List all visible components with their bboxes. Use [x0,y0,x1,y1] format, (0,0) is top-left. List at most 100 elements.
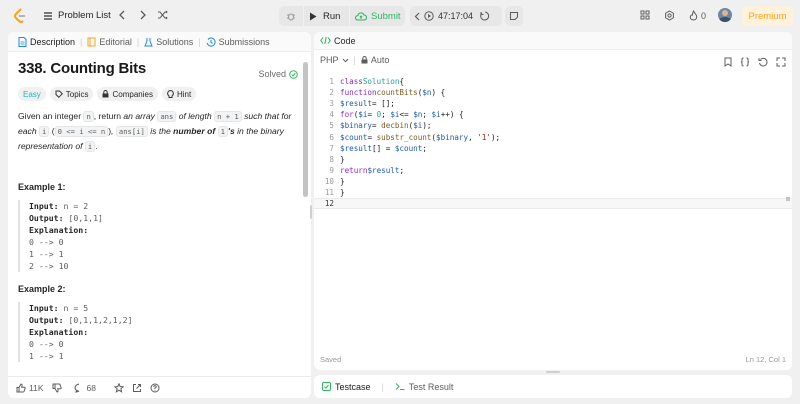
shuffle-icon[interactable] [157,10,168,20]
companies-label: Companies [112,89,153,99]
description-tabs: Description | Editorial | Solutions | Su… [8,32,311,52]
tab-description[interactable]: Description [14,36,79,47]
hint-tag[interactable]: Hint [161,87,197,101]
code-panel: Code PHP | Auto 1 class Solution { 2 func… [314,32,792,370]
chevron-left-icon[interactable] [414,12,420,21]
lightbulb-icon [167,89,174,99]
companies-tag[interactable]: Companies [97,87,158,101]
code-line: 2 function countBits($n) { [329,88,446,98]
settings-gear-icon[interactable] [664,10,675,21]
test-panel: Testcase | Test Result [314,375,792,398]
lock-icon [102,90,109,98]
like-button[interactable]: 11K [16,383,44,393]
code-line: 3 $result = []; [329,99,395,109]
code-tab-label[interactable]: Code [334,36,356,46]
streak-value: 0 [701,10,707,21]
solved-status: Solved [258,69,298,79]
code-editor[interactable]: 1 class Solution { 2 function countBits($… [314,76,792,210]
note-icon [509,11,519,21]
reset-icon[interactable] [480,11,490,21]
code-header: Code [314,32,792,50]
share-icon[interactable] [132,383,142,393]
submit-label: Submit [371,10,401,22]
cursor-position: Ln 12, Col 1 [745,355,786,364]
chevron-right-icon[interactable] [139,10,147,20]
tab-editorial-label: Editorial [99,36,132,47]
hint-label: Hint [176,89,192,99]
problem-description: 338. Counting Bits Solved Easy Topics Co… [18,60,298,362]
auto-mode-toggle[interactable]: Auto [361,55,389,65]
avatar[interactable] [718,8,732,22]
help-icon[interactable] [150,383,160,393]
problem-list-button[interactable]: Problem List [43,10,111,21]
notes-button[interactable] [505,6,523,26]
list-icon [43,11,53,21]
check-circle-icon [289,69,298,79]
premium-button[interactable]: Premium [742,6,793,26]
like-count: 11K [29,382,44,393]
tab-editorial[interactable]: Editorial [83,37,136,47]
problem-title: 338. Counting Bits [18,60,147,77]
star-icon[interactable] [113,382,124,393]
tab-testcase[interactable]: Testcase [322,382,371,392]
flask-icon [144,37,153,47]
code-line: 6 $count = substr_count($binary, '1'); [329,132,501,142]
editor-scrollbar[interactable] [786,197,790,201]
tab-submissions-label: Submissions [218,36,270,47]
checkbox-icon [322,382,331,391]
leetcode-logo[interactable] [14,8,26,23]
solved-label: Solved [258,69,286,79]
chevron-left-icon[interactable] [118,10,126,20]
undo-icon[interactable] [758,57,768,67]
testcase-label: Testcase [335,381,371,392]
lock-icon [361,56,368,64]
horizontal-resize-handle[interactable] [546,371,560,373]
debug-button[interactable] [279,6,303,26]
layout-grid-icon[interactable] [640,10,650,20]
play-circle-icon[interactable] [424,11,434,21]
language-label: PHP [320,55,339,65]
tab-submissions[interactable]: Submissions [202,37,274,47]
run-label: Run [323,10,341,22]
bookmark-icon[interactable] [724,57,732,67]
code-line: 8 } [329,154,345,164]
run-button[interactable]: Run [304,6,349,26]
tag-icon [55,90,63,98]
test-result-label: Test Result [408,381,454,392]
comments-button[interactable]: 68 [74,383,96,393]
code-toolbar: PHP | Auto [314,50,792,70]
editor-actions [724,57,786,67]
description-scrollbar[interactable] [303,62,308,197]
timer-widget[interactable]: 47:17:04 [410,6,502,26]
example-1-title: Example 1: [18,182,66,192]
document-icon [18,36,27,47]
code-line-current: 12 [314,198,792,210]
expand-icon[interactable] [776,57,786,67]
submit-button[interactable]: Submit [350,6,405,26]
thumbs-down-icon[interactable] [52,383,62,393]
braces-icon[interactable] [740,57,750,67]
save-status: Saved [320,355,342,364]
play-icon [309,12,317,21]
description-footer: 11K 68 [8,376,311,398]
history-icon [206,37,216,47]
topics-tag[interactable]: Topics [49,87,94,101]
example-2-block: Input: n = 5 Output: [0,1,1,2,1,2] Expla… [18,302,298,362]
chevron-down-icon [342,58,349,63]
tab-test-result[interactable]: Test Result [395,381,454,392]
book-icon [87,37,96,47]
language-select[interactable]: PHP [320,55,349,65]
example-1-block: Input: n = 2 Output: [0,1,1] Explanation… [18,200,298,272]
code-line: 4 for ($i = 0; $i <= $n; $i ++) { [329,110,464,120]
cloud-upload-icon [355,11,367,21]
vertical-resize-handle[interactable] [310,205,312,219]
top-bar: Problem List Run Submit 47:17:04 0 Premi… [0,0,800,32]
tab-description-label: Description [30,36,76,47]
tab-solutions[interactable]: Solutions [140,37,197,47]
difficulty-badge: Easy [18,87,46,101]
streak-counter[interactable]: 0 [689,10,706,21]
tab-divider: | [381,381,384,392]
problem-tags: Easy Topics Companies Hint [18,87,298,101]
problem-statement: Given an integer n, return an array ans … [18,111,292,152]
code-line: 1 class Solution { [329,77,405,87]
